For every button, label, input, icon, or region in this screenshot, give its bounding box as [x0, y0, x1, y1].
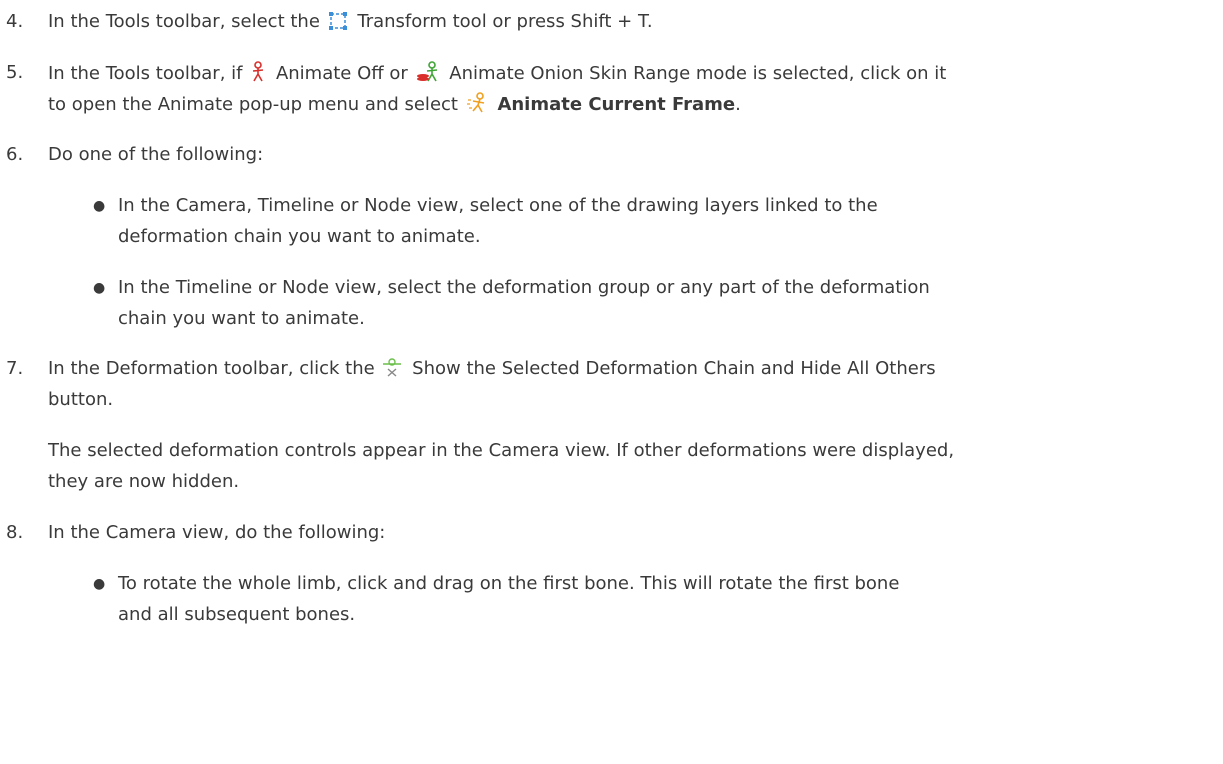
bullet-text: In the Timeline or Node view, select the…	[118, 277, 930, 298]
paragraph-text: The selected deformation controls appear…	[48, 440, 955, 461]
bullet-text: and all subsequent bones.	[118, 604, 356, 625]
step-number: 5.	[6, 62, 24, 83]
step-text: Animate Onion Skin Range mode is selecte…	[449, 63, 947, 84]
transform-tool-icon	[328, 12, 347, 30]
step-text: In the Camera view, do the following:	[48, 522, 386, 543]
step-text: Animate Off or	[275, 63, 408, 84]
bullet-text: To rotate the whole limb, click and drag…	[118, 573, 900, 594]
document-page: { "steps": { "s4": { "number": "4.", "te…	[0, 0, 1223, 764]
step-text: In the Deformation toolbar, click the	[48, 358, 375, 379]
animate-current-frame-icon	[466, 92, 484, 113]
animate-current-frame-label: Animate Current Frame	[497, 94, 736, 115]
bullet-text: deformation chain you want to animate.	[118, 226, 481, 247]
step-text: Transform tool or press Shift + T.	[357, 11, 653, 32]
bullet: ●	[93, 280, 106, 296]
show-selected-deformation-chain-icon	[383, 358, 402, 377]
animate-onion-skin-range-icon	[416, 61, 437, 82]
step-number: 4.	[6, 11, 24, 32]
step-text: In the Tools toolbar, if	[48, 63, 243, 84]
step-number: 6.	[6, 144, 24, 165]
step-text: Show the Selected Deformation Chain and …	[412, 358, 936, 379]
step-text: Do one of the following:	[48, 144, 264, 165]
step-number: 8.	[6, 522, 24, 543]
step-number: 7.	[6, 358, 24, 379]
step-text: to open the Animate pop-up menu and sele…	[48, 94, 458, 115]
bullet: ●	[93, 576, 106, 592]
step-text: button.	[48, 389, 114, 410]
paragraph-text: they are now hidden.	[48, 471, 240, 492]
bullet-text: In the Camera, Timeline or Node view, se…	[118, 195, 878, 216]
step-text: .	[735, 94, 741, 115]
bullet: ●	[93, 198, 106, 214]
animate-off-icon	[253, 61, 264, 82]
bullet-text: chain you want to animate.	[118, 308, 365, 329]
step-text: In the Tools toolbar, select the	[48, 11, 320, 32]
